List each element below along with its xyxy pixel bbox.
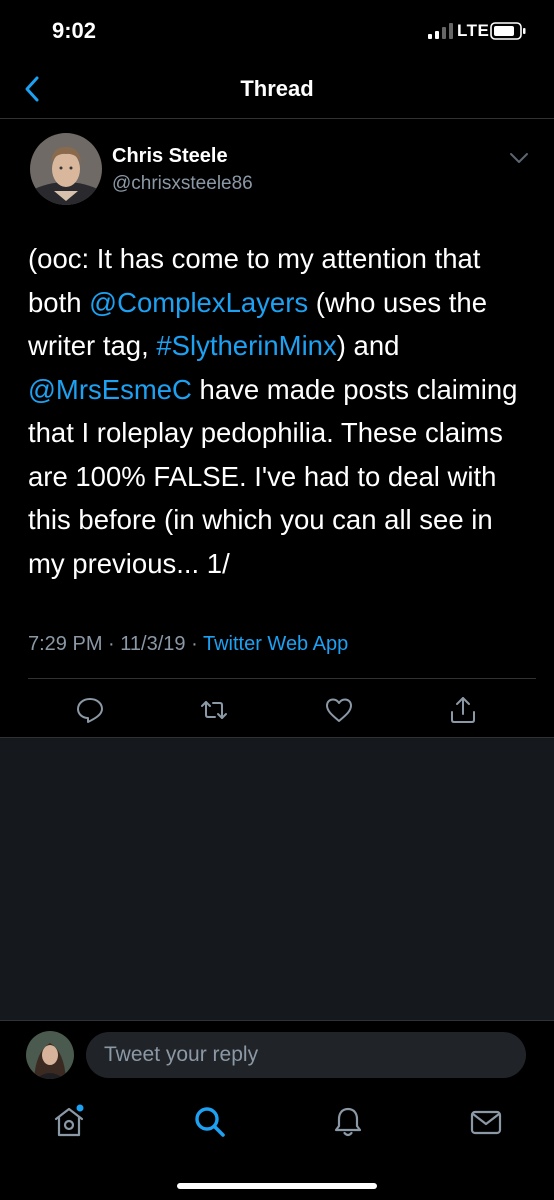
divider [28,678,536,679]
tweet-source-link[interactable]: Twitter Web App [203,633,348,655]
new-indicator-dot [76,1104,84,1112]
share-icon[interactable] [448,695,478,725]
empty-replies-area [0,738,554,1020]
status-bar: 9:02 LTE [0,0,554,60]
reply-bar [0,1020,554,1091]
tweet-text-segment: ) and [336,330,408,361]
home-icon[interactable] [51,1104,87,1140]
tweet-meta: 7:29 PM · 11/3/19 · Twitter Web App [28,633,348,656]
status-time: 9:02 [52,18,97,43]
meta-separator: · [191,633,198,655]
battery-icon [490,22,526,40]
reply-input[interactable] [86,1032,526,1078]
author-name[interactable]: Chris Steele [112,145,228,168]
chevron-down-icon[interactable] [508,151,530,165]
page-title: Thread [240,76,314,101]
bell-icon[interactable] [330,1104,366,1140]
tweet: Chris Steele @chrisxsteele86 (ooc: It ha… [0,119,554,737]
tweet-date: 11/3/19 [120,633,186,655]
user-avatar[interactable] [26,1031,74,1079]
home-indicator [177,1183,377,1189]
meta-separator: · [108,633,115,655]
retweet-icon[interactable] [199,695,229,725]
tweet-text-link[interactable]: @MrsEsmeC [28,374,192,405]
signal-strength-icon [428,23,453,39]
thread-header: Thread [0,60,554,119]
tweet-text: (ooc: It has come to my attention that b… [28,237,528,585]
tweet-actions [0,689,554,735]
search-icon[interactable] [192,1104,228,1140]
tweet-text-link[interactable]: #SlytherinMinx [156,330,336,361]
heart-icon[interactable] [324,695,354,725]
tweet-text-link[interactable]: @ComplexLayers [89,287,308,318]
author-avatar[interactable] [30,133,102,205]
comment-icon[interactable] [75,695,105,725]
author-handle[interactable]: @chrisxsteele86 [112,173,253,195]
tweet-time: 7:29 PM [28,633,103,655]
mail-icon[interactable] [468,1104,504,1140]
network-type: LTE [457,21,490,40]
